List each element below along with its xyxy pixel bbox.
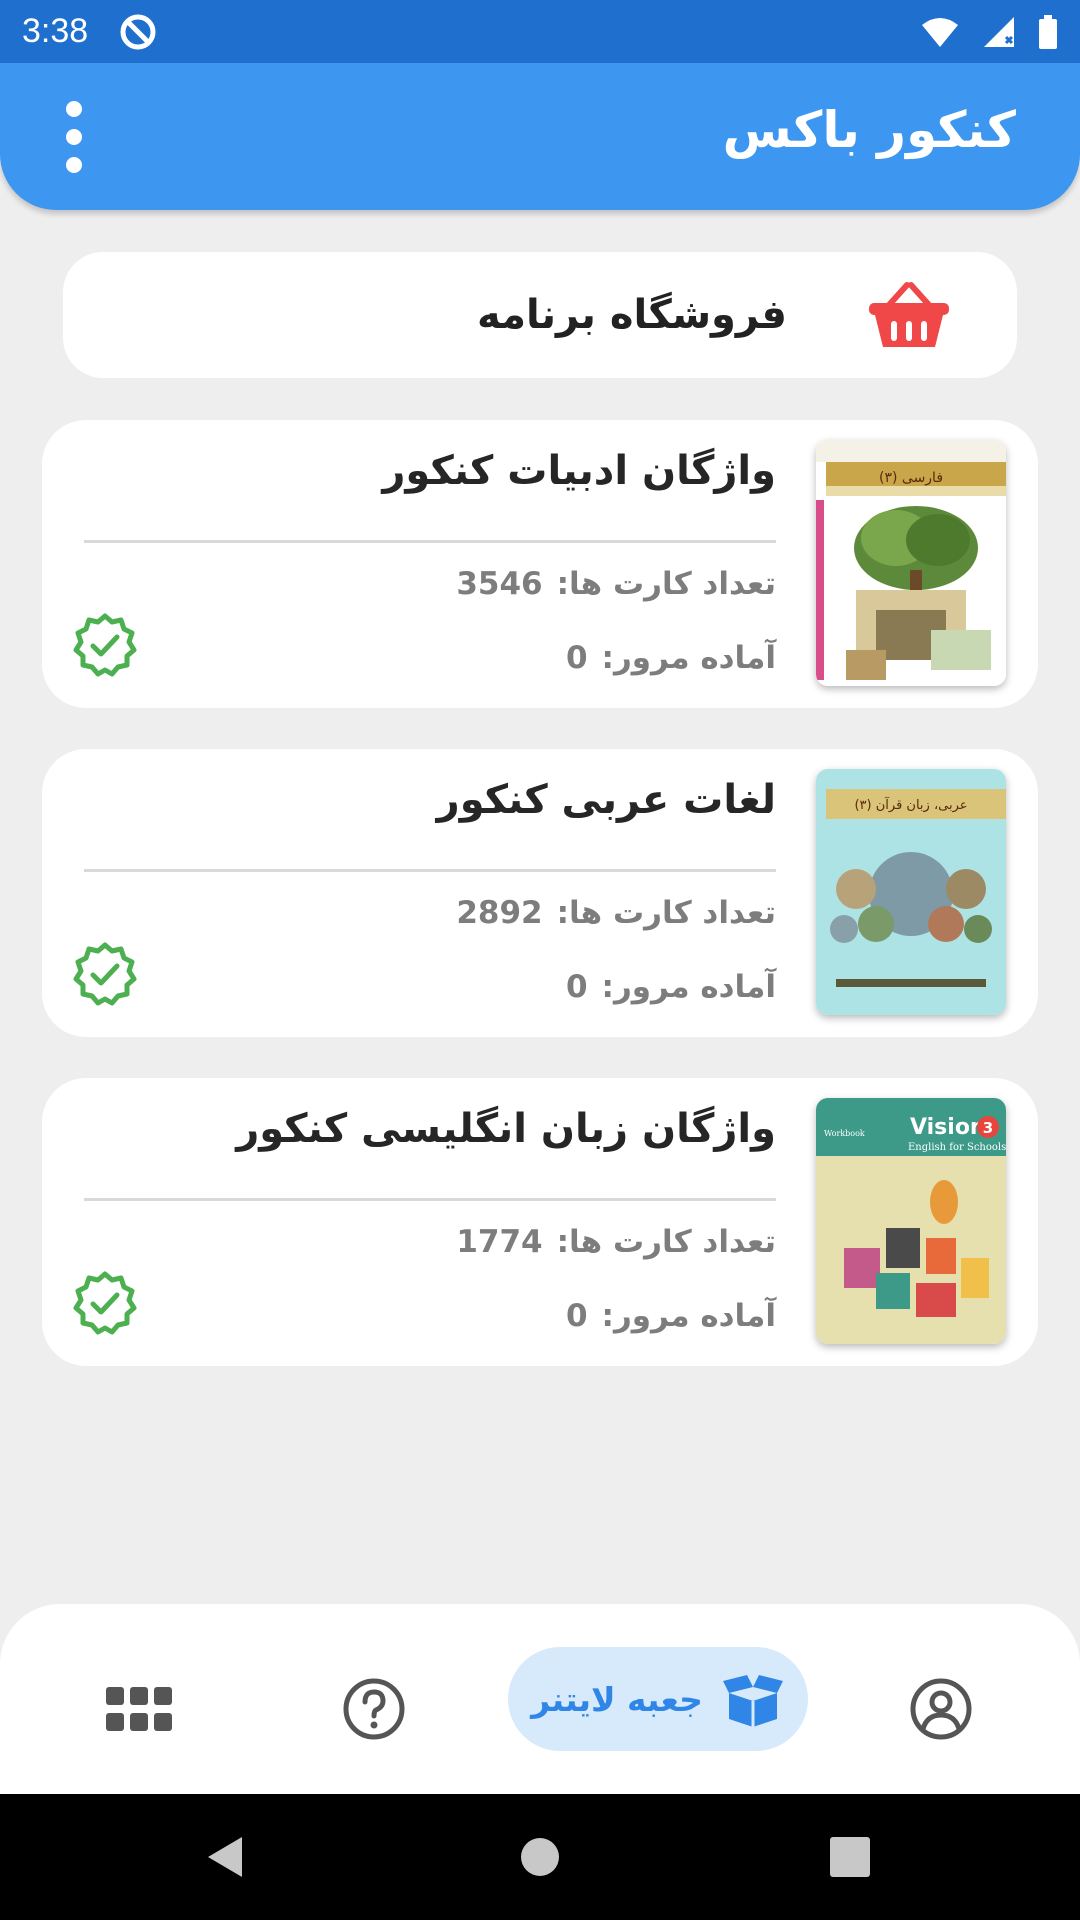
ready-label: آماده مرور: <box>601 969 776 1005</box>
bottom-navigation: جعبه لایتنر <box>0 1604 1080 1794</box>
overflow-menu-icon[interactable] <box>56 101 92 173</box>
back-icon[interactable] <box>204 1835 248 1879</box>
cover-persian-header: فارسی (۳) <box>879 470 943 486</box>
nav-help-button[interactable] <box>339 1674 409 1744</box>
deck-title: واژگان زبان انگلیسی کنکور <box>236 1106 776 1152</box>
profile-icon <box>910 1678 972 1740</box>
ready-value: 0 <box>565 1298 588 1334</box>
card-count-row: تعداد کارت ها: 1774 <box>456 1224 776 1260</box>
ready-value: 0 <box>565 640 588 676</box>
divider <box>84 869 776 872</box>
deck-card-english[interactable]: Vision 3 English for Schools Workbook وا… <box>42 1078 1038 1366</box>
verified-check-icon <box>73 1271 137 1335</box>
help-icon <box>343 1678 405 1740</box>
cover-arabic-header: عربی، زبان قرآن (۳) <box>854 796 967 813</box>
ready-row: آماده مرور: 0 <box>566 1298 776 1334</box>
deck-card-literature[interactable]: فارسی (۳) واژگان ادبیات کنکور تعداد کارت… <box>42 420 1038 708</box>
box-icon <box>722 1675 783 1727</box>
sync-icon <box>120 14 156 49</box>
book-cover-arabic: عربی، زبان قرآن (۳) <box>816 769 1006 1015</box>
divider <box>84 540 776 543</box>
card-count-label: تعداد کارت ها: <box>556 566 776 602</box>
nav-leitner-box-button[interactable]: جعبه لایتنر <box>508 1647 808 1751</box>
system-nav-bar <box>0 1794 1080 1920</box>
verified-check-icon <box>73 942 137 1006</box>
ready-value: 0 <box>565 969 588 1005</box>
store-label: فروشگاه برنامه <box>476 292 787 338</box>
card-count-value: 3546 <box>456 566 543 602</box>
ready-label: آماده مرور: <box>601 640 776 676</box>
status-bar: 3:38 <box>0 0 1080 63</box>
status-time: 3:38 <box>22 12 89 50</box>
wifi-icon <box>922 17 958 47</box>
app-bar: کنکور باکس <box>0 63 1080 210</box>
card-count-label: تعداد کارت ها: <box>556 895 776 931</box>
cover-english-num: 3 <box>983 1119 993 1137</box>
card-count-value: 2892 <box>456 895 543 931</box>
recents-icon[interactable] <box>830 1837 870 1877</box>
card-count-value: 1774 <box>456 1224 543 1260</box>
store-button[interactable]: فروشگاه برنامه <box>63 252 1017 378</box>
card-count-label: تعداد کارت ها: <box>556 1224 776 1260</box>
home-icon[interactable] <box>520 1837 560 1877</box>
nav-apps-button[interactable] <box>104 1674 174 1744</box>
deck-card-arabic[interactable]: عربی، زبان قرآن (۳) لغات عربی کنکور تعدا… <box>42 749 1038 1037</box>
divider <box>84 1198 776 1201</box>
card-count-row: تعداد کارت ها: 3546 <box>456 566 776 602</box>
app-title: کنکور باکس <box>722 101 1016 159</box>
grid-icon <box>106 1687 172 1731</box>
book-cover-persian: فارسی (۳) <box>816 440 1006 686</box>
cover-english-title: Vision <box>910 1115 986 1140</box>
basket-icon <box>869 282 949 347</box>
card-count-row: تعداد کارت ها: 2892 <box>456 895 776 931</box>
cover-english-tag: Workbook <box>824 1129 865 1138</box>
deck-title: لغات عربی کنکور <box>436 777 776 823</box>
verified-check-icon <box>73 613 137 677</box>
deck-title: واژگان ادبیات کنکور <box>382 448 776 494</box>
battery-icon <box>1039 14 1057 49</box>
nav-leitner-label: جعبه لایتنر <box>531 1679 703 1719</box>
signal-icon <box>984 16 1014 47</box>
cover-english-subtitle: English for Schools <box>908 1142 1006 1153</box>
ready-row: آماده مرور: 0 <box>566 640 776 676</box>
ready-row: آماده مرور: 0 <box>566 969 776 1005</box>
book-cover-english: Vision 3 English for Schools Workbook <box>816 1098 1006 1344</box>
nav-profile-button[interactable] <box>906 1674 976 1744</box>
ready-label: آماده مرور: <box>601 1298 776 1334</box>
